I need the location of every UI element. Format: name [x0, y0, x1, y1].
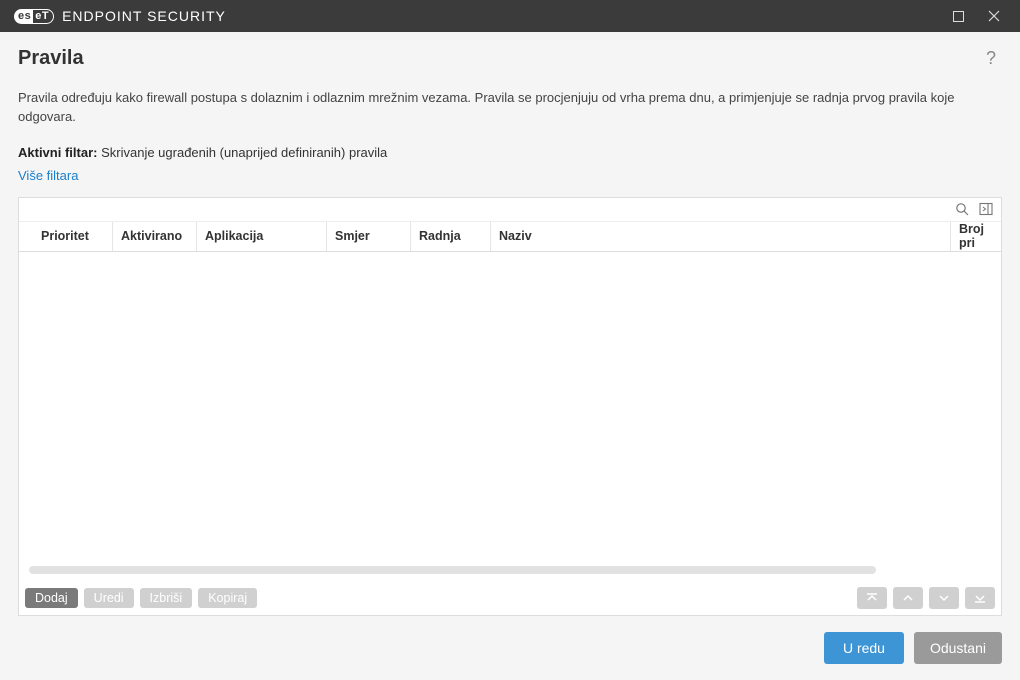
col-aplikacija[interactable]: Aplikacija — [197, 222, 327, 251]
active-filter: Aktivni filtar: Skrivanje ugrađenih (una… — [18, 145, 1002, 160]
move-bottom-icon[interactable] — [965, 587, 995, 609]
col-prioritet[interactable]: Prioritet — [33, 222, 113, 251]
col-broj[interactable]: Broj pri — [951, 222, 1001, 251]
page-description: Pravila određuju kako firewall postupa s… — [18, 89, 1002, 127]
page-title: Pravila — [18, 47, 84, 70]
col-naziv[interactable]: Naziv — [491, 222, 951, 251]
brand: eseT ENDPOINT SECURITY — [14, 8, 226, 24]
titlebar: eseT ENDPOINT SECURITY — [0, 0, 1020, 32]
window-maximize-icon[interactable] — [940, 0, 976, 32]
rules-table-panel: Prioritet Aktivirano Aplikacija Smjer Ra… — [18, 197, 1002, 616]
more-filters-link[interactable]: Više filtara — [18, 168, 1002, 183]
copy-button[interactable]: Kopiraj — [198, 588, 257, 608]
table-body — [19, 252, 1001, 582]
move-top-icon[interactable] — [857, 587, 887, 609]
help-icon[interactable]: ? — [980, 46, 1002, 71]
search-icon[interactable] — [951, 199, 973, 219]
edit-button[interactable]: Uredi — [84, 588, 134, 608]
active-filter-value: Skrivanje ugrađenih (unaprijed definiran… — [101, 145, 387, 160]
eset-logo: eseT — [14, 9, 54, 24]
table-header: Prioritet Aktivirano Aplikacija Smjer Ra… — [19, 222, 1001, 252]
eset-logo-left: es — [14, 9, 33, 24]
col-aktivirano[interactable]: Aktivirano — [113, 222, 197, 251]
add-button[interactable]: Dodaj — [25, 588, 78, 608]
window-close-icon[interactable] — [976, 0, 1012, 32]
horizontal-scrollbar[interactable] — [29, 566, 991, 574]
move-down-icon[interactable] — [929, 587, 959, 609]
ok-button[interactable]: U redu — [824, 632, 904, 664]
eset-logo-right: eT — [33, 9, 54, 24]
table-actions: Dodaj Uredi Izbriši Kopiraj — [19, 582, 1001, 615]
cancel-button[interactable]: Odustani — [914, 632, 1002, 664]
col-radnja[interactable]: Radnja — [411, 222, 491, 251]
product-name: ENDPOINT SECURITY — [62, 8, 226, 24]
delete-button[interactable]: Izbriši — [140, 588, 193, 608]
move-up-icon[interactable] — [893, 587, 923, 609]
expand-panel-icon[interactable] — [975, 199, 997, 219]
dialog-footer: U redu Odustani — [0, 616, 1020, 680]
col-smjer[interactable]: Smjer — [327, 222, 411, 251]
table-toolbar — [19, 198, 1001, 222]
active-filter-label: Aktivni filtar: — [18, 145, 97, 160]
